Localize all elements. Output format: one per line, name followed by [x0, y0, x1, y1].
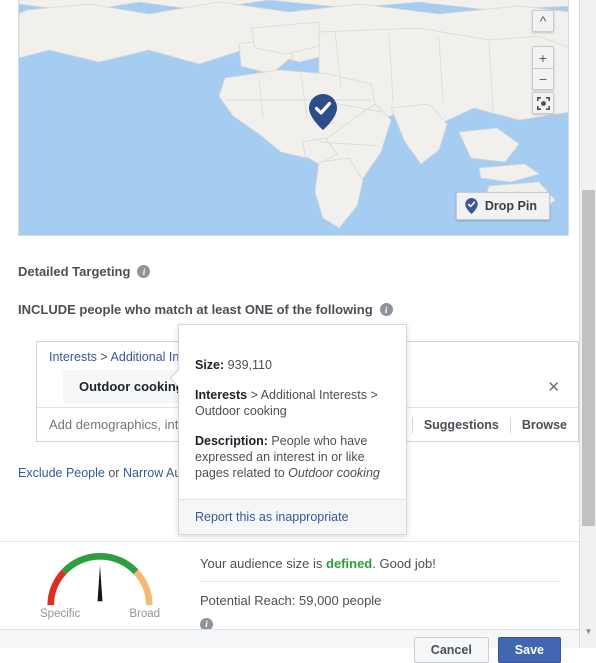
- audience-status-value: defined: [326, 556, 373, 571]
- gauge-label-broad: Broad: [129, 608, 160, 620]
- popover-description-label: Description:: [195, 434, 268, 448]
- include-header: INCLUDE people who match at least ONE of…: [18, 302, 561, 317]
- popover-footer: Report this as inappropriate: [179, 499, 406, 534]
- page-title: Detailed Targeting: [18, 264, 131, 279]
- suggestions-button[interactable]: Suggestions: [413, 418, 510, 432]
- or-label: or: [108, 466, 120, 480]
- report-inappropriate-link[interactable]: Report this as inappropriate: [195, 510, 349, 524]
- detailed-targeting-section: Detailed Targeting i INCLUDE people who …: [0, 236, 579, 317]
- popover-interests: Interests > Additional Interests > Outdo…: [195, 387, 390, 419]
- popover-size-value: 939,110: [227, 358, 272, 372]
- map-zoom-in-button[interactable]: +: [532, 46, 554, 68]
- drop-pin-label: Drop Pin: [484, 199, 537, 213]
- audience-size-section: Specific Broad Your audience size is def…: [0, 542, 579, 631]
- audience-text: Your audience size is defined. Good job!…: [200, 542, 579, 631]
- popover-interests-label: Interests: [195, 388, 248, 402]
- audience-status-prefix: Your audience size is: [200, 556, 323, 571]
- breadcrumb-interests[interactable]: Interests: [49, 350, 97, 364]
- breadcrumb-separator: >: [100, 350, 108, 364]
- include-label: INCLUDE people who match at least ONE of…: [18, 302, 373, 317]
- map-compass-button[interactable]: ^: [532, 10, 554, 32]
- map-pin-icon: [465, 198, 478, 214]
- cancel-button[interactable]: Cancel: [413, 637, 489, 663]
- fullscreen-icon: [536, 96, 550, 110]
- drop-pin-button[interactable]: Drop Pin: [455, 192, 550, 220]
- targeting-panel: ^ + − Drop Pin Detailed Targeting i INCL…: [0, 0, 579, 663]
- info-icon[interactable]: i: [137, 265, 151, 278]
- exclude-people-link[interactable]: Exclude People: [18, 466, 105, 480]
- vertical-scrollbar[interactable]: ▼: [579, 0, 596, 648]
- audience-status-suffix: . Good job!: [372, 556, 436, 571]
- map-zoom-out-button[interactable]: −: [532, 68, 554, 90]
- plus-icon: +: [538, 49, 548, 66]
- minus-icon: −: [538, 71, 548, 87]
- audience-gauge: Specific Broad: [0, 542, 200, 620]
- map-pin-check-icon[interactable]: [309, 94, 337, 130]
- popover-body: Size: 939,110 Interests > Additional Int…: [179, 325, 406, 499]
- detailed-targeting-header: Detailed Targeting i: [18, 264, 561, 279]
- chevron-down-icon[interactable]: ▼: [580, 623, 596, 640]
- gauge-icon: [47, 552, 153, 606]
- targeting-actions: Suggestions Browse: [411, 416, 578, 433]
- browse-button[interactable]: Browse: [511, 418, 578, 432]
- gauge-labels: Specific Broad: [40, 608, 160, 620]
- chevron-up-icon: ^: [539, 13, 547, 29]
- popover-description-emphasis: Outdoor cooking: [288, 466, 380, 480]
- potential-reach: Potential Reach: 59,000 people: [200, 593, 382, 608]
- action-bar: Cancel Save: [0, 629, 579, 663]
- location-map[interactable]: ^ + − Drop Pin: [18, 0, 569, 236]
- map-fullscreen-button[interactable]: [532, 92, 554, 114]
- interest-detail-popover: Size: 939,110 Interests > Additional Int…: [169, 324, 407, 535]
- popover-description: Description: People who have expressed a…: [195, 433, 390, 481]
- close-icon[interactable]: ✕: [541, 374, 566, 400]
- popover-size-label: Size:: [195, 358, 225, 372]
- scrollbar-thumb[interactable]: [582, 190, 595, 526]
- save-button[interactable]: Save: [497, 637, 561, 663]
- gauge-label-specific: Specific: [40, 608, 81, 620]
- audience-status: Your audience size is defined. Good job!: [200, 556, 561, 582]
- info-icon[interactable]: i: [379, 303, 393, 316]
- popover-size: Size: 939,110: [195, 357, 390, 373]
